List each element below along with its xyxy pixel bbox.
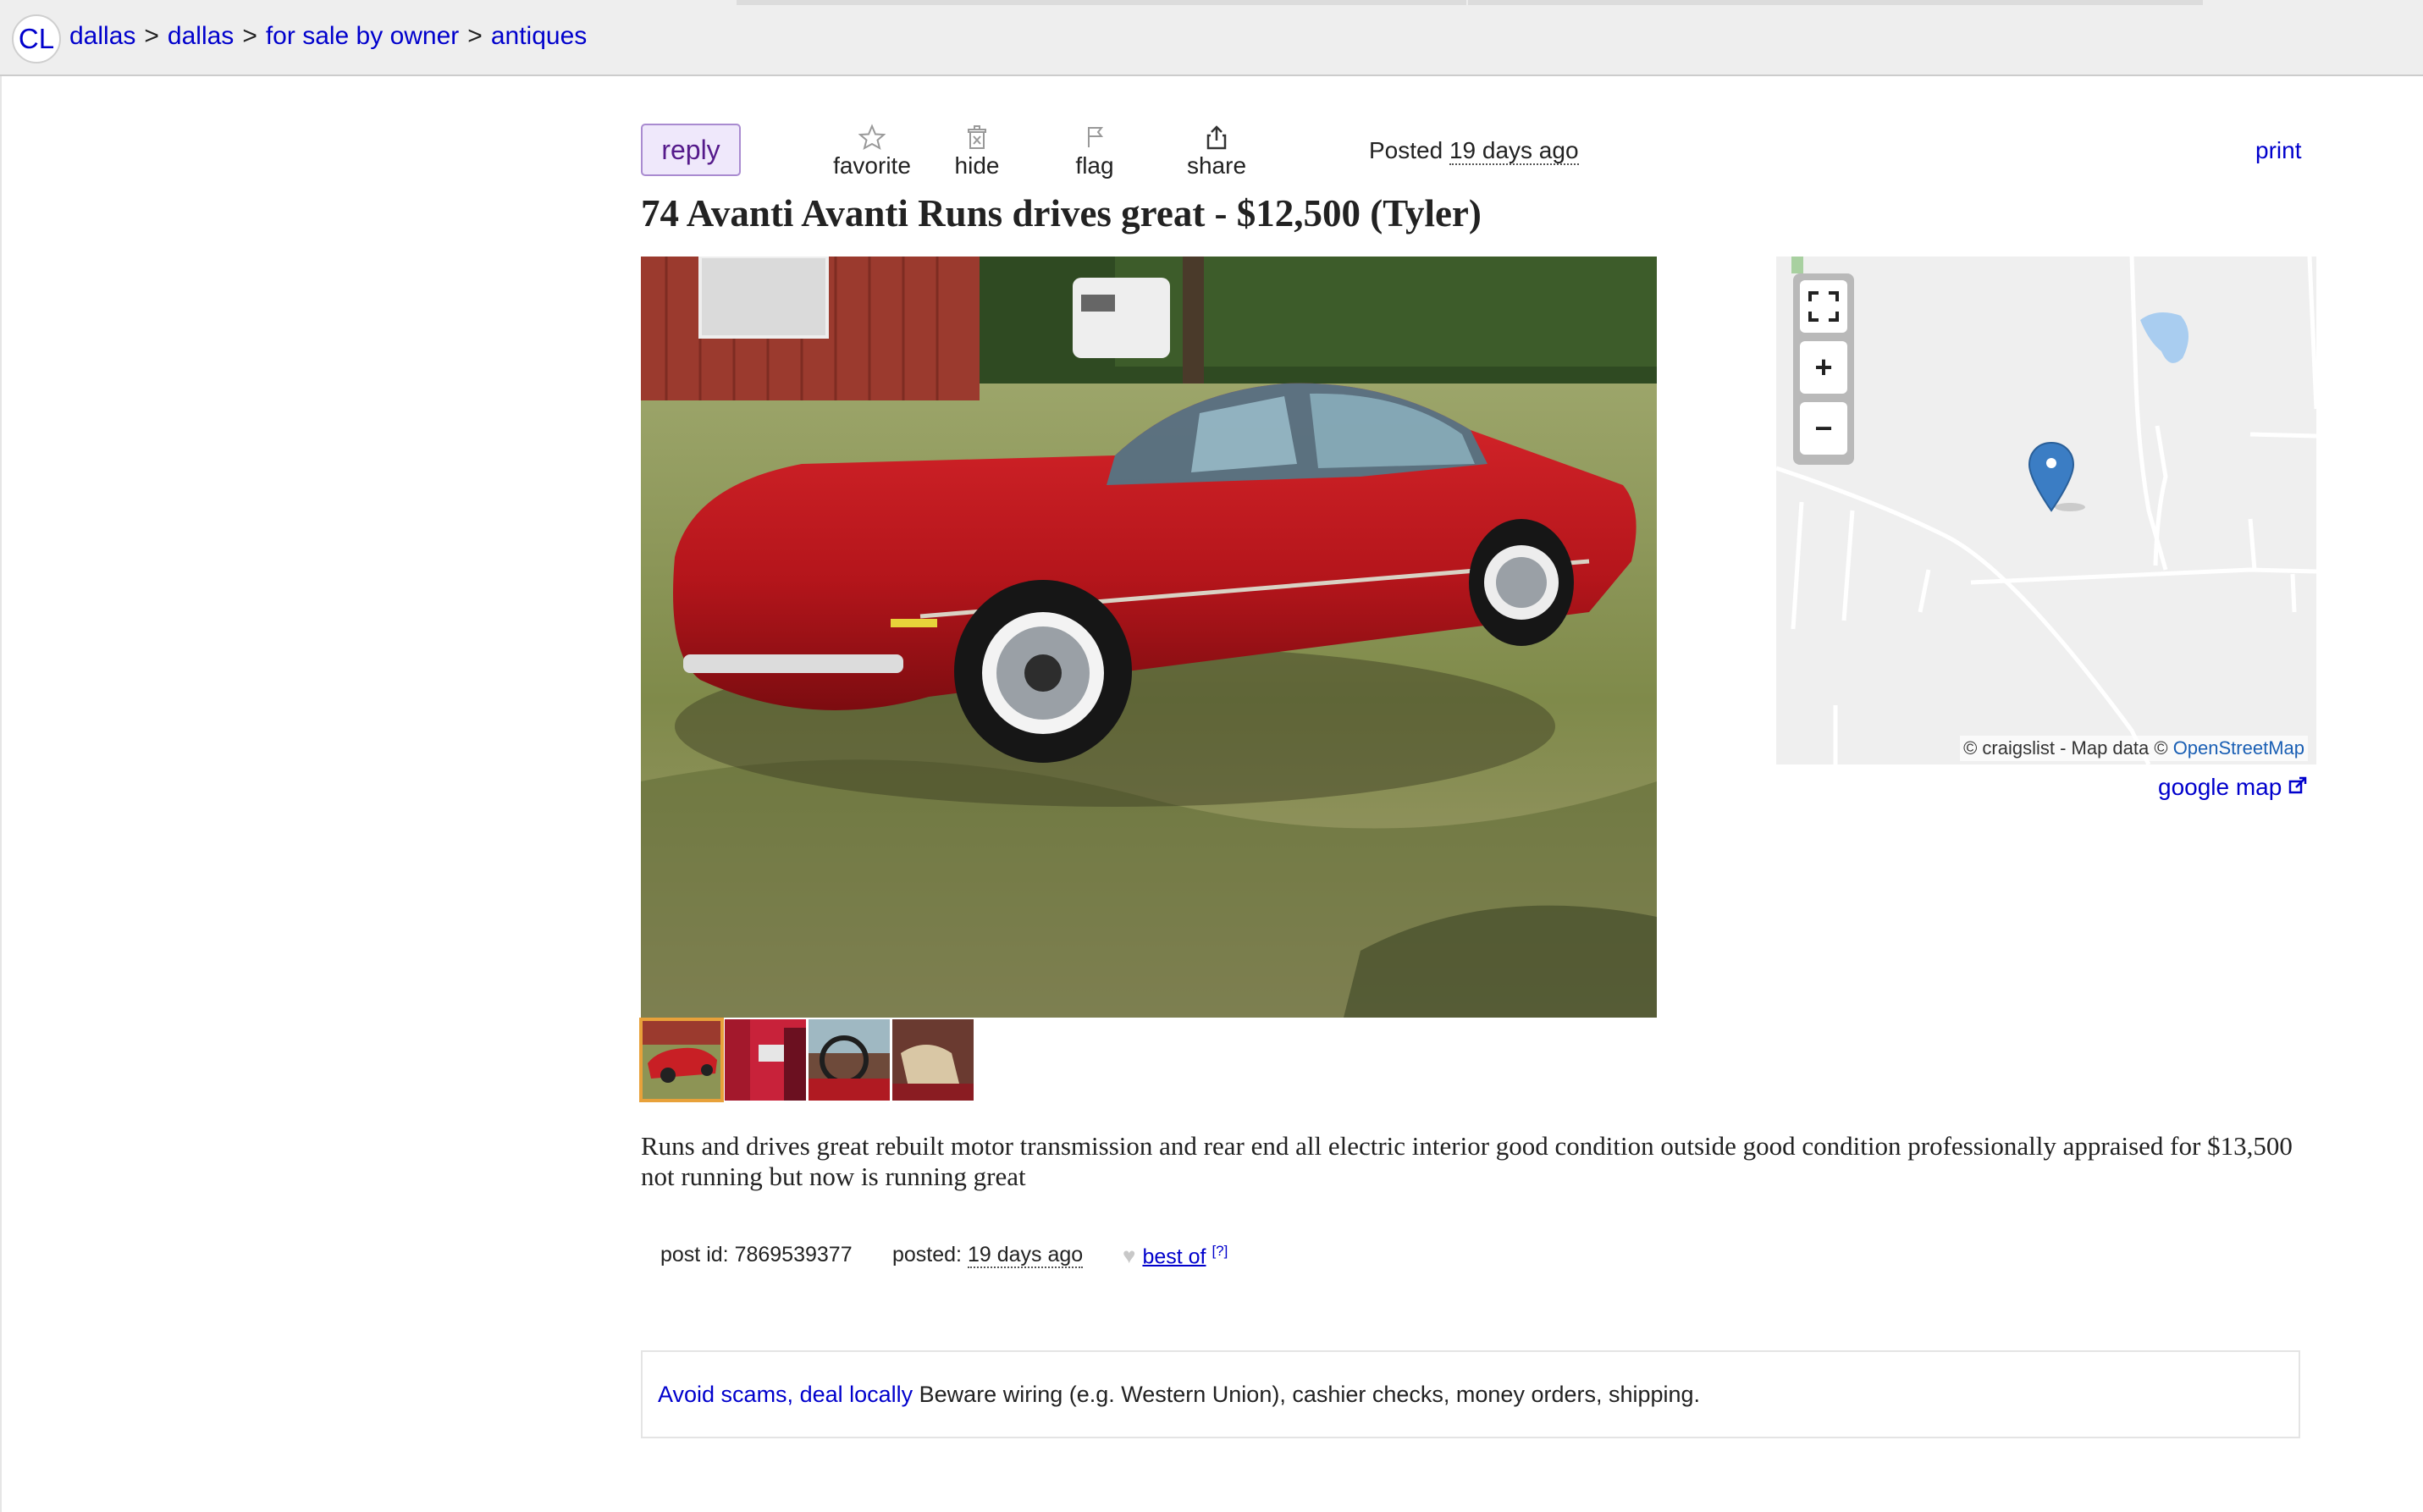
- fullscreen-button[interactable]: [1800, 280, 1847, 333]
- star-icon: [858, 124, 886, 151]
- external-link-icon: [2288, 776, 2307, 794]
- flag-icon: [1088, 127, 1104, 147]
- top-bar: CL dallas > dallas > for sale by owner > antiq…: [0, 0, 2423, 76]
- posted-ago: 19 days ago: [1449, 137, 1579, 165]
- hide-button[interactable]: hide: [947, 124, 1007, 179]
- post-id-value: 7869539377: [734, 1243, 853, 1266]
- thumbnail-4[interactable]: [892, 1019, 974, 1101]
- reply-button[interactable]: reply: [641, 124, 741, 176]
- zoom-in-button[interactable]: +: [1800, 341, 1847, 394]
- best-of-link[interactable]: best of: [1142, 1244, 1206, 1268]
- share-label: share: [1186, 152, 1247, 179]
- map-attribution-text: © craigslist - Map data ©: [1963, 737, 2168, 759]
- flag-button[interactable]: flag: [1069, 124, 1120, 179]
- map-controls: + −: [1793, 273, 1854, 465]
- breadcrumb-separator: >: [467, 22, 483, 50]
- heart-icon[interactable]: ♥: [1123, 1243, 1135, 1268]
- fullscreen-icon: [1808, 291, 1839, 322]
- thumbnail-image: [892, 1019, 974, 1101]
- scam-warning-box: Avoid scams, deal locally Beware wiring …: [641, 1350, 2300, 1438]
- zoom-out-button[interactable]: −: [1800, 402, 1847, 455]
- main-listing-photo[interactable]: [641, 257, 1657, 1018]
- breadcrumb-for-sale-by-owner[interactable]: for sale by owner: [266, 22, 459, 50]
- breadcrumb: dallas > dallas > for sale by owner > antiques: [69, 22, 587, 51]
- print-link[interactable]: print: [2255, 137, 2301, 164]
- post-id: post id: 7869539377: [660, 1243, 853, 1267]
- thumbnail-2[interactable]: [725, 1019, 806, 1101]
- thumbnail-image: [809, 1019, 890, 1101]
- best-of-help-link[interactable]: [?]: [1212, 1243, 1228, 1259]
- car-photo-illustration: [641, 257, 1657, 1018]
- avoid-scams-link[interactable]: Avoid scams, deal locally: [658, 1382, 913, 1407]
- post-id-label: post id:: [660, 1243, 729, 1266]
- posted-date: Posted 19 days ago: [1369, 137, 1579, 165]
- posted-info-ago: 19 days ago: [967, 1243, 1084, 1268]
- breadcrumb-dallas[interactable]: dallas: [168, 22, 234, 50]
- location-map[interactable]: + − © craigslist - Map data © OpenStreet…: [1776, 257, 2316, 764]
- thumbnail-image: [641, 1019, 722, 1101]
- listing-title: 74 Avanti Avanti Runs drives great - $12…: [641, 192, 1482, 235]
- browser-tab-strip: [1468, 0, 2203, 5]
- hide-label: hide: [954, 152, 1000, 179]
- browser-tab-strip: [737, 0, 1466, 5]
- zoom-in-icon: +: [1814, 350, 1833, 384]
- breadcrumb-separator: >: [242, 22, 257, 50]
- listing-description: Runs and drives great rebuilt motor tran…: [641, 1131, 2293, 1191]
- scam-warning-text: Beware wiring (e.g. Western Union), cash…: [919, 1382, 1701, 1407]
- action-bar: reply favorite hide flag share Posted 19…: [641, 124, 2301, 183]
- google-map-link[interactable]: google map: [2158, 774, 2307, 801]
- thumbnail-1[interactable]: [639, 1018, 724, 1102]
- share-button[interactable]: share: [1183, 124, 1250, 179]
- posted-info-label: posted:: [892, 1243, 963, 1266]
- craigslist-logo[interactable]: CL: [12, 14, 61, 63]
- breadcrumb-antiques[interactable]: antiques: [491, 22, 587, 50]
- post-date-info: posted: 19 days ago: [892, 1243, 1084, 1268]
- breadcrumb-dallas-area[interactable]: dallas: [69, 22, 135, 50]
- flag-label: flag: [1075, 152, 1114, 179]
- left-border: [0, 76, 2, 1512]
- favorite-label: favorite: [833, 152, 911, 179]
- map-attribution: © craigslist - Map data © OpenStreetMap: [1960, 736, 2308, 761]
- favorite-button[interactable]: favorite: [825, 124, 919, 179]
- thumbnail-image: [725, 1019, 806, 1101]
- google-map-label: google map: [2158, 774, 2282, 800]
- breadcrumb-separator: >: [144, 22, 159, 50]
- trash-icon: [968, 125, 986, 149]
- share-icon: [1206, 125, 1227, 150]
- best-of-section: ♥ best of [?]: [1123, 1243, 1228, 1269]
- zoom-out-icon: −: [1814, 411, 1833, 445]
- openstreetmap-link[interactable]: OpenStreetMap: [2173, 737, 2304, 759]
- posted-label: Posted: [1369, 137, 1443, 163]
- thumbnail-3[interactable]: [809, 1019, 890, 1101]
- location-marker-icon[interactable]: [2026, 441, 2102, 517]
